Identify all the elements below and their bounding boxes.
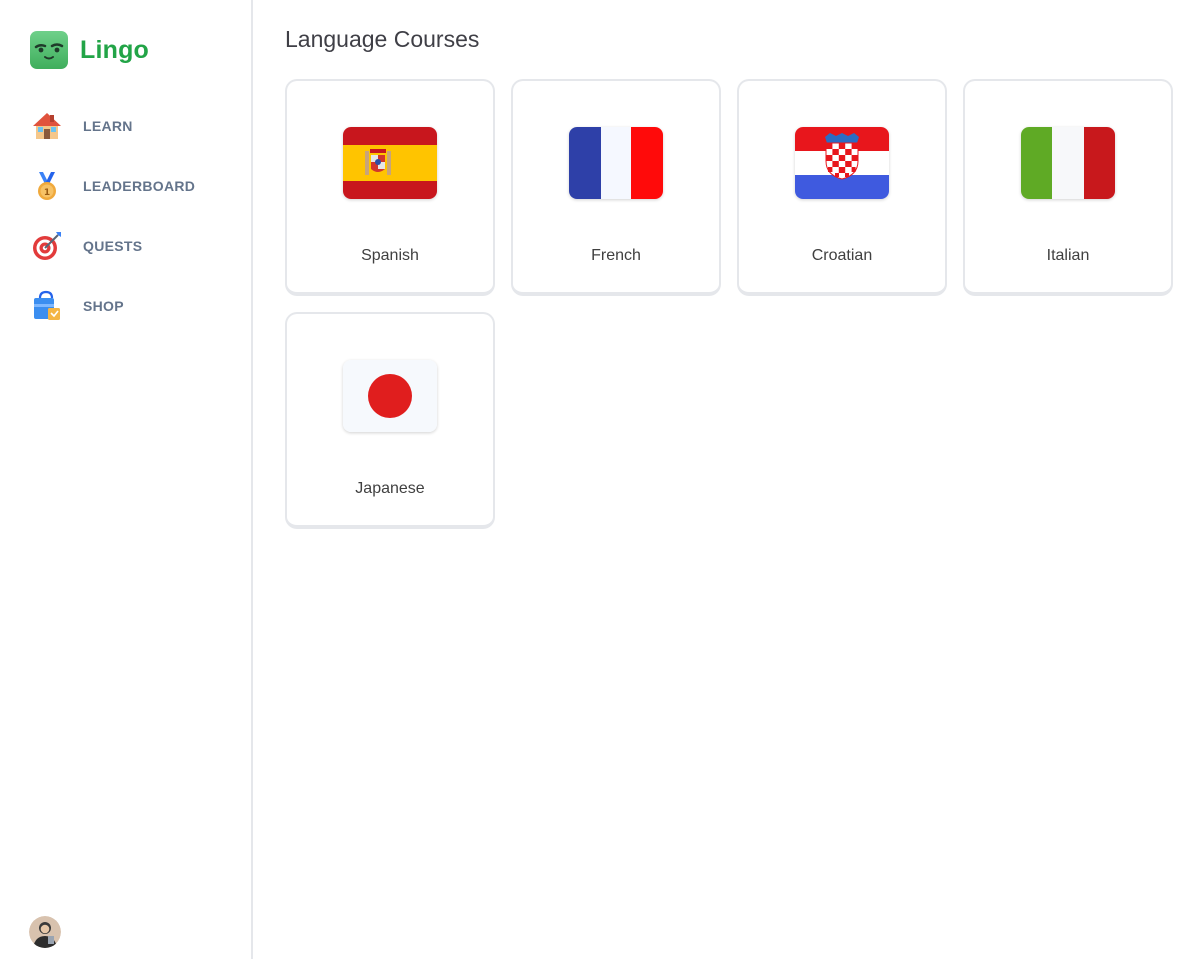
user-avatar[interactable] [29, 916, 61, 948]
sidebar-item-label: SHOP [83, 298, 124, 314]
shopping-bag-icon [29, 288, 65, 324]
italy-flag-icon [1021, 127, 1115, 199]
course-card-italian[interactable]: Italian [963, 79, 1173, 296]
svg-text:1: 1 [44, 188, 50, 198]
japan-flag-icon [343, 360, 437, 432]
brand[interactable]: Lingo [29, 30, 149, 70]
sidebar-item-label: QUESTS [83, 238, 143, 254]
course-card-label: Spanish [361, 247, 419, 264]
page-title: Language Courses [285, 26, 480, 52]
sidebar: Lingo LEARN 1 LEADERBOARD QUESTS SHOP [0, 0, 253, 959]
course-card-label: Italian [1046, 247, 1090, 264]
target-icon [29, 228, 65, 264]
sidebar-item-leaderboard[interactable]: 1 LEADERBOARD [29, 166, 239, 206]
sidebar-nav: LEARN 1 LEADERBOARD QUESTS SHOP [29, 106, 239, 346]
course-card-french[interactable]: French [511, 79, 721, 296]
medal-icon: 1 [29, 168, 65, 204]
france-flag-icon [569, 127, 663, 199]
sidebar-item-label: LEARN [83, 118, 133, 134]
spain-flag-icon [343, 127, 437, 199]
house-icon [29, 108, 65, 144]
sidebar-item-label: LEADERBOARD [83, 178, 196, 194]
brand-name: Lingo [80, 35, 150, 64]
course-card-label: Japanese [355, 480, 425, 497]
course-card-label: French [591, 247, 641, 264]
sidebar-item-shop[interactable]: SHOP [29, 286, 239, 326]
lingo-mascot-logo-icon [29, 30, 69, 70]
course-card-japanese[interactable]: Japanese [285, 312, 495, 529]
course-card-label: Croatian [811, 247, 873, 264]
course-card-spanish[interactable]: Spanish [285, 79, 495, 296]
course-card-croatian[interactable]: Croatian [737, 79, 947, 296]
sidebar-item-quests[interactable]: QUESTS [29, 226, 239, 266]
croatia-flag-icon [795, 127, 889, 199]
sidebar-item-learn[interactable]: LEARN [29, 106, 239, 146]
